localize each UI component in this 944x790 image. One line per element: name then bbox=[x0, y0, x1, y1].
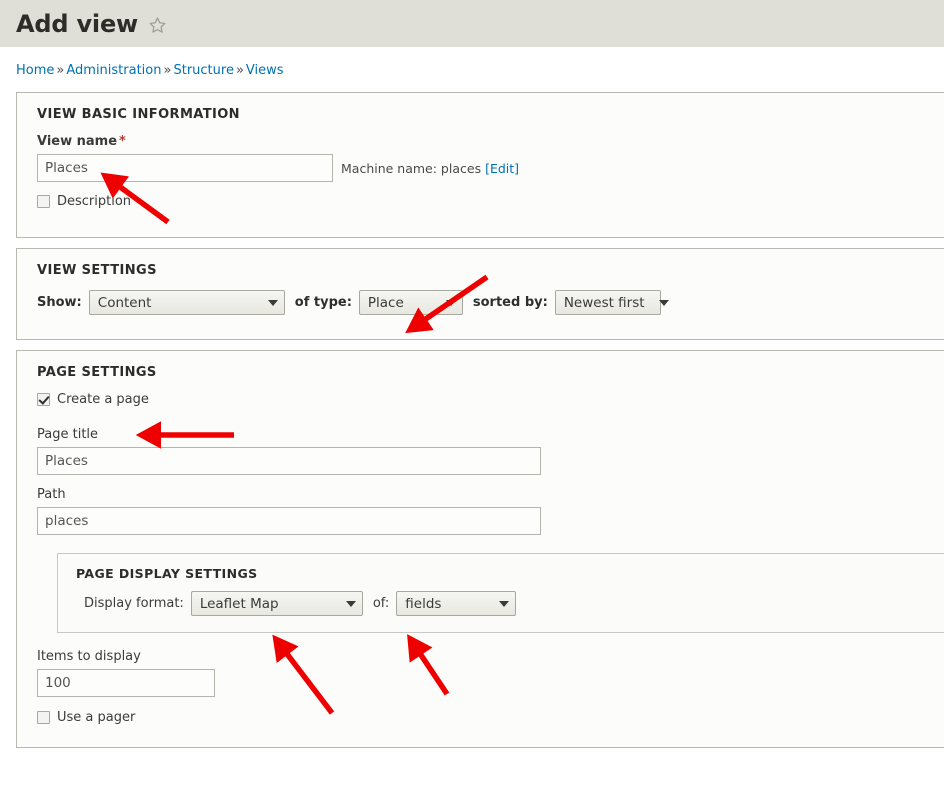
breadcrumb-item-administration[interactable]: Administration bbox=[66, 63, 161, 78]
display-format-label: Display format: bbox=[84, 596, 184, 611]
of-label: of: bbox=[372, 596, 390, 611]
machine-name-note: Machine name: places [Edit] bbox=[341, 161, 519, 176]
page-display-settings-legend: PAGE DISPLAY SETTINGS bbox=[76, 566, 258, 581]
view-settings-row: Show: Content of type: Place sorted by: … bbox=[37, 290, 944, 315]
breadcrumb-separator: » bbox=[56, 63, 65, 78]
description-label: Description bbox=[57, 194, 132, 209]
create-page-checkbox[interactable] bbox=[37, 393, 50, 406]
path-label: Path bbox=[37, 487, 66, 502]
use-pager-checkbox-row[interactable]: Use a pager bbox=[37, 710, 944, 725]
sorted-by-select-value: Newest first bbox=[563, 294, 645, 311]
of-type-select[interactable]: Place bbox=[358, 290, 463, 315]
breadcrumb-item-home[interactable]: Home bbox=[16, 63, 54, 78]
view-name-label: View name * bbox=[37, 134, 944, 149]
machine-name-edit-link[interactable]: [Edit] bbox=[485, 161, 519, 176]
view-name-input[interactable] bbox=[37, 154, 333, 182]
of-type-label: of type: bbox=[294, 295, 352, 310]
page-title-input[interactable] bbox=[37, 447, 541, 475]
use-pager-checkbox[interactable] bbox=[37, 711, 50, 724]
page-settings-fieldset: PAGE SETTINGS Create a page Page title P… bbox=[16, 350, 944, 748]
breadcrumb-separator: » bbox=[163, 63, 172, 78]
view-basic-information-fieldset: VIEW BASIC INFORMATION View name* Machin… bbox=[16, 92, 944, 238]
of-fields-select-value: fields bbox=[405, 595, 442, 612]
machine-name-text: Machine name: places bbox=[341, 160, 482, 176]
page-header: Add view bbox=[0, 0, 944, 47]
breadcrumb-separator: » bbox=[235, 63, 244, 78]
page-display-settings-row: Display format: Leaflet Map of: fields bbox=[84, 591, 938, 616]
display-format-select-value: Leaflet Map bbox=[199, 595, 279, 612]
page-display-settings-fieldset: PAGE DISPLAY SETTINGS Display format: Le… bbox=[57, 553, 944, 633]
path-input[interactable] bbox=[37, 507, 541, 535]
breadcrumb-item-views[interactable]: Views bbox=[246, 63, 284, 78]
page-settings-legend: PAGE SETTINGS bbox=[37, 365, 157, 380]
required-marker: * bbox=[119, 134, 126, 149]
create-page-label: Create a page bbox=[57, 392, 149, 407]
items-to-display-label: Items to display bbox=[37, 649, 141, 664]
description-checkbox-row[interactable]: Description bbox=[37, 194, 944, 209]
show-select[interactable]: Content bbox=[88, 290, 285, 315]
view-basic-information-legend: VIEW BASIC INFORMATION bbox=[37, 107, 240, 122]
show-label: Show: bbox=[37, 295, 82, 310]
show-select-value: Content bbox=[97, 294, 152, 311]
chevron-down-icon bbox=[658, 299, 669, 306]
chevron-down-icon bbox=[345, 600, 356, 607]
view-settings-fieldset: VIEW SETTINGS Show: Content of type: Pla… bbox=[16, 248, 944, 340]
of-fields-select[interactable]: fields bbox=[396, 591, 517, 616]
chevron-down-icon bbox=[499, 600, 510, 607]
view-name-label-text: View name bbox=[37, 134, 118, 149]
page-title-label: Page title bbox=[37, 427, 99, 442]
display-format-select[interactable]: Leaflet Map bbox=[190, 591, 363, 616]
items-to-display-input[interactable] bbox=[37, 669, 215, 697]
of-type-select-value: Place bbox=[367, 294, 404, 311]
chevron-down-icon bbox=[267, 299, 278, 306]
create-page-checkbox-row[interactable]: Create a page bbox=[37, 392, 944, 407]
star-outline-icon[interactable] bbox=[148, 16, 167, 35]
page-title: Add view bbox=[16, 9, 139, 38]
breadcrumb: Home» Administration» Structure» Views bbox=[0, 47, 944, 92]
use-pager-label: Use a pager bbox=[57, 710, 136, 725]
chevron-down-icon bbox=[445, 299, 456, 306]
breadcrumb-item-structure[interactable]: Structure bbox=[173, 63, 233, 78]
view-settings-legend: VIEW SETTINGS bbox=[37, 263, 157, 278]
sorted-by-label: sorted by: bbox=[472, 295, 548, 310]
sorted-by-select[interactable]: Newest first bbox=[554, 290, 669, 315]
description-checkbox[interactable] bbox=[37, 195, 50, 208]
